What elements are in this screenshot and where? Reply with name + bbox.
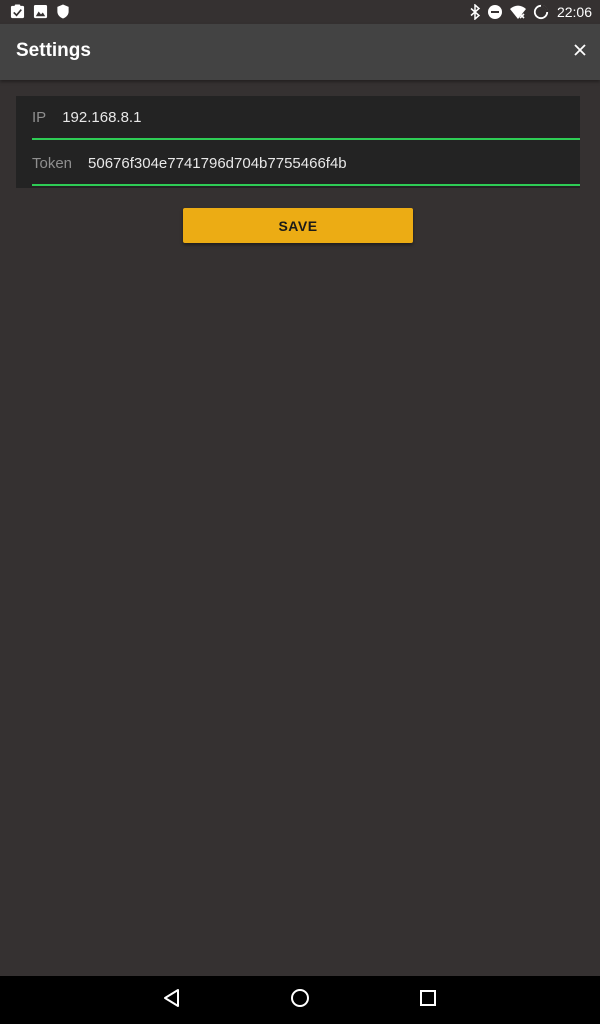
settings-screen: 22:06 Settings IP 192.168.8.1 Token 5067… [0,0,600,1024]
token-field[interactable]: Token 50676f304e7741796d704b7755466f4b [32,142,580,186]
token-input[interactable]: 50676f304e7741796d704b7755466f4b [88,155,347,172]
close-button[interactable] [566,38,594,66]
status-right-icons: 22:06 [469,3,592,21]
token-label: Token [32,154,73,172]
ip-field[interactable]: IP 192.168.8.1 [32,96,580,140]
bluetooth-icon [469,4,481,20]
settings-form: IP 192.168.8.1 Token 50676f304e7741796d7… [16,96,580,188]
close-icon [574,43,586,61]
ip-input[interactable]: 192.168.8.1 [62,109,141,126]
navigation-bar [0,976,600,1024]
ip-label: IP [32,108,47,126]
save-button[interactable]: SAVE [183,208,413,243]
image-icon [33,4,48,19]
app-bar: Settings [0,24,600,80]
recents-icon [419,989,437,1012]
home-icon [290,988,310,1013]
wifi-off-icon [509,4,527,20]
status-bar: 22:06 [0,0,600,24]
back-button[interactable] [158,986,186,1014]
status-left-icons [10,4,70,19]
task-check-icon [10,4,25,19]
page-title: Settings [16,40,91,61]
do-not-disturb-icon [487,4,503,20]
back-icon [162,988,182,1013]
battery-icon [533,4,549,20]
shield-icon [56,4,70,19]
recents-button[interactable] [414,986,442,1014]
status-time: 22:06 [556,4,592,20]
home-button[interactable] [286,986,314,1014]
